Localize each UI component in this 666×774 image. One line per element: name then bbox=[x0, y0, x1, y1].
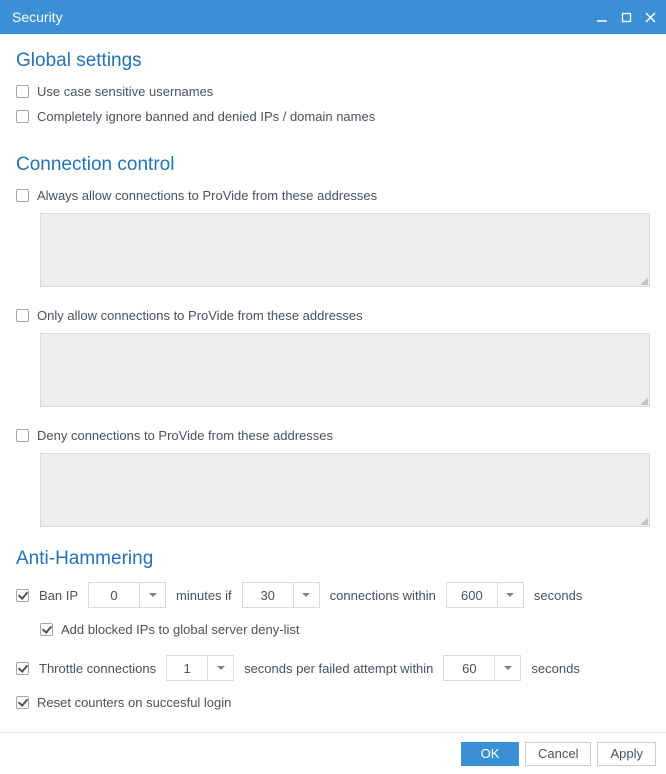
checkbox-only-allow[interactable] bbox=[16, 309, 29, 322]
spinner-ban-minutes bbox=[88, 582, 166, 608]
section-heading-global: Global settings bbox=[16, 50, 650, 72]
checkbox-always-allow[interactable] bbox=[16, 189, 29, 202]
spinner-caret-icon[interactable] bbox=[497, 583, 523, 607]
spinner-caret-icon[interactable] bbox=[293, 583, 319, 607]
checkbox-reset-counters[interactable] bbox=[16, 696, 29, 709]
label-conn-within: connections within bbox=[330, 588, 436, 603]
section-heading-anti: Anti-Hammering bbox=[16, 548, 650, 570]
input-throttle-per[interactable] bbox=[167, 656, 207, 680]
checkbox-ignore-banned[interactable] bbox=[16, 110, 29, 123]
label-reset-counters: Reset counters on succesful login bbox=[37, 695, 231, 710]
ok-button[interactable]: OK bbox=[461, 742, 519, 766]
apply-button[interactable]: Apply bbox=[597, 742, 656, 766]
checkbox-add-blocked[interactable] bbox=[40, 623, 53, 636]
checkbox-throttle[interactable] bbox=[16, 662, 29, 675]
spinner-ban-conn bbox=[242, 582, 320, 608]
label-case-sensitive: Use case sensitive usernames bbox=[37, 84, 213, 99]
spinner-throttle-per bbox=[166, 655, 234, 681]
checkbox-ban-ip[interactable] bbox=[16, 589, 29, 602]
checkbox-deny[interactable] bbox=[16, 429, 29, 442]
spinner-caret-icon[interactable] bbox=[207, 656, 233, 680]
window-controls bbox=[594, 9, 658, 25]
checkbox-case-sensitive[interactable] bbox=[16, 85, 29, 98]
window-title: Security bbox=[12, 9, 63, 25]
footer: OK Cancel Apply bbox=[0, 732, 666, 774]
label-throttle: Throttle connections bbox=[39, 661, 156, 676]
textarea-deny[interactable] bbox=[40, 453, 650, 527]
label-ban-ip: Ban IP bbox=[39, 588, 78, 603]
textarea-only-allow[interactable] bbox=[40, 333, 650, 407]
minimize-icon[interactable] bbox=[594, 9, 610, 25]
label-ignore-banned: Completely ignore banned and denied IPs … bbox=[37, 109, 375, 124]
input-ban-conn[interactable] bbox=[243, 583, 293, 607]
titlebar: Security bbox=[0, 0, 666, 34]
maximize-icon[interactable] bbox=[618, 9, 634, 25]
textarea-always-allow[interactable] bbox=[40, 213, 650, 287]
spinner-caret-icon[interactable] bbox=[139, 583, 165, 607]
spinner-throttle-within bbox=[443, 655, 521, 681]
label-seconds-1: seconds bbox=[534, 588, 582, 603]
cancel-button[interactable]: Cancel bbox=[525, 742, 591, 766]
input-throttle-within[interactable] bbox=[444, 656, 494, 680]
label-seconds-2: seconds bbox=[531, 661, 579, 676]
input-ban-minutes[interactable] bbox=[89, 583, 139, 607]
close-icon[interactable] bbox=[642, 9, 658, 25]
section-heading-connection: Connection control bbox=[16, 154, 650, 176]
label-spfaw: seconds per failed attempt within bbox=[244, 661, 433, 676]
content: Global settings Use case sensitive usern… bbox=[0, 34, 666, 740]
spinner-caret-icon[interactable] bbox=[494, 656, 520, 680]
label-minutes-if: minutes if bbox=[176, 588, 232, 603]
label-always-allow: Always allow connections to ProVide from… bbox=[37, 188, 377, 203]
label-only-allow: Only allow connections to ProVide from t… bbox=[37, 308, 363, 323]
label-add-blocked: Add blocked IPs to global server deny-li… bbox=[61, 622, 299, 637]
input-ban-seconds[interactable] bbox=[447, 583, 497, 607]
spinner-ban-seconds bbox=[446, 582, 524, 608]
label-deny: Deny connections to ProVide from these a… bbox=[37, 428, 333, 443]
